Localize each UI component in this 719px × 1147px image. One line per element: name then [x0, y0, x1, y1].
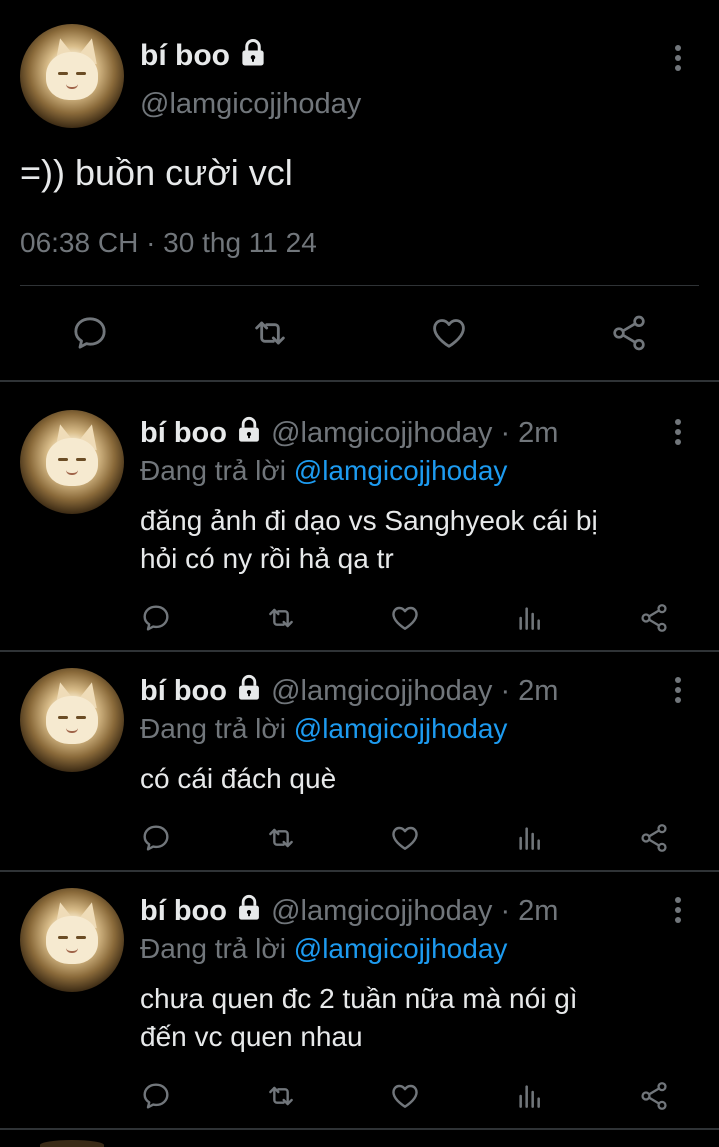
avatar[interactable]: [20, 410, 124, 514]
reply-icon[interactable]: [70, 313, 110, 353]
avatar[interactable]: [20, 888, 124, 992]
separator: [0, 650, 719, 652]
author-handle[interactable]: @lamgicojjhoday: [271, 417, 492, 449]
tweet-text: =)) buồn cười vcl: [20, 152, 293, 193]
replying-prefix: Đang trả lời: [140, 713, 286, 744]
lock-icon: [239, 416, 259, 442]
more-icon[interactable]: [675, 45, 683, 75]
share-icon[interactable]: [638, 822, 670, 854]
replying-to-link[interactable]: @lamgicojjhoday: [294, 713, 508, 744]
retweet-icon[interactable]: [265, 1080, 297, 1112]
tweet-text-line: hỏi có ny rồi hả qa tr: [140, 543, 394, 574]
views-icon[interactable]: [514, 1080, 546, 1112]
tweet-time: · 2m: [500, 417, 559, 449]
author-name[interactable]: bí boo: [140, 895, 227, 927]
lock-icon: [239, 674, 259, 700]
like-icon[interactable]: [389, 1080, 421, 1112]
retweet-icon[interactable]: [265, 602, 297, 634]
author-handle[interactable]: @lamgicojjhoday: [140, 88, 361, 121]
author-name[interactable]: bí boo: [140, 417, 227, 449]
separator: [0, 1128, 719, 1130]
views-icon[interactable]: [514, 822, 546, 854]
lock-icon: [239, 894, 259, 920]
replying-to-link[interactable]: @lamgicojjhoday: [294, 933, 508, 964]
retweet-icon[interactable]: [250, 313, 290, 353]
more-icon[interactable]: [675, 677, 683, 707]
replying-prefix: Đang trả lời: [140, 933, 286, 964]
share-icon[interactable]: [609, 313, 649, 353]
tweet-time: · 2m: [500, 895, 559, 927]
avatar[interactable]: [40, 1140, 104, 1147]
reply-icon[interactable]: [140, 602, 172, 634]
separator: [0, 870, 719, 872]
tweet-text-line: đến vc quen nhau: [140, 1021, 363, 1052]
reply-icon[interactable]: [140, 822, 172, 854]
replying-to-link[interactable]: @lamgicojjhoday: [294, 455, 508, 486]
replying-prefix: Đang trả lời: [140, 455, 286, 486]
lock-icon: [242, 39, 264, 66]
more-icon[interactable]: [675, 419, 683, 449]
author-handle[interactable]: @lamgicojjhoday: [271, 895, 492, 927]
author-name[interactable]: bí boo: [140, 39, 230, 72]
share-icon[interactable]: [638, 1080, 670, 1112]
separator: [0, 380, 719, 382]
avatar[interactable]: [20, 24, 124, 128]
reply-icon[interactable]: [140, 1080, 172, 1112]
more-icon[interactable]: [675, 897, 683, 927]
tweet-time: · 2m: [500, 675, 559, 707]
like-icon[interactable]: [389, 602, 421, 634]
share-icon[interactable]: [638, 602, 670, 634]
avatar[interactable]: [20, 668, 124, 772]
author-name[interactable]: bí boo: [140, 675, 227, 707]
like-icon[interactable]: [389, 822, 421, 854]
tweet-text-line: có cái đách què: [140, 763, 337, 794]
divider: [20, 285, 699, 286]
tweet-text-line: chưa quen đc 2 tuần nữa mà nói gì: [140, 983, 578, 1014]
tweet-text-line: đăng ảnh đi dạo vs Sanghyeok cái bị: [140, 505, 598, 536]
like-icon[interactable]: [429, 313, 469, 353]
views-icon[interactable]: [514, 602, 546, 634]
tweet-timestamp: 06:38 CH · 30 thg 11 24: [20, 227, 317, 258]
retweet-icon[interactable]: [265, 822, 297, 854]
author-handle[interactable]: @lamgicojjhoday: [271, 675, 492, 707]
